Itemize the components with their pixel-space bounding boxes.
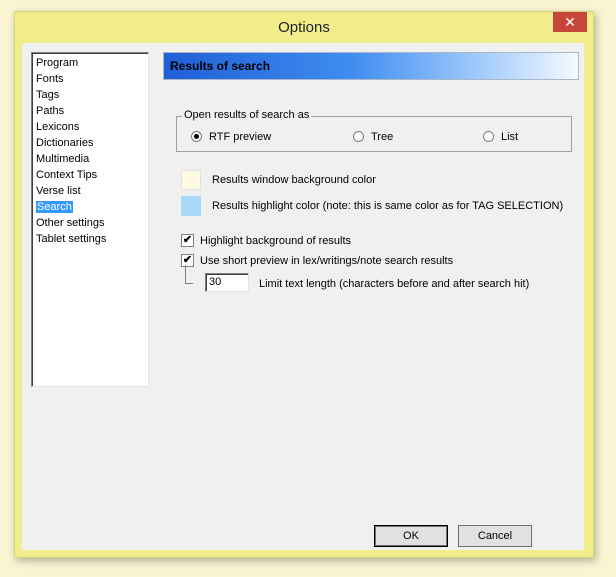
highlight-background-checkbox-row[interactable]: ✔ Highlight background of results	[181, 234, 351, 247]
close-button[interactable]: ✕	[553, 12, 587, 32]
radio-rtf-preview[interactable]: RTF preview	[191, 130, 271, 143]
highlight-background-label: Highlight background of results	[200, 234, 352, 247]
ok-button[interactable]: OK	[374, 525, 448, 547]
category-item-search[interactable]: Search	[35, 199, 148, 215]
category-list[interactable]: Program Fonts Tags Paths Lexicons Dictio…	[31, 52, 149, 387]
open-results-group: Open results of search as RTF preview Tr…	[176, 109, 572, 152]
limit-length-input[interactable]: 30	[205, 273, 249, 292]
category-item-context-tips[interactable]: Context Tips	[35, 167, 148, 183]
options-dialog: Options ✕ Program Fonts Tags Paths Lexic…	[14, 11, 594, 558]
category-item-tablet-settings[interactable]: Tablet settings	[35, 231, 148, 247]
background-color-row[interactable]: Results window background color	[181, 170, 376, 190]
radio-tree[interactable]: Tree	[353, 130, 393, 143]
close-icon: ✕	[564, 14, 576, 30]
radio-indicator[interactable]	[483, 131, 494, 142]
limit-length-label: Limit text length (characters before and…	[259, 278, 530, 290]
category-item-fonts[interactable]: Fonts	[35, 71, 148, 87]
category-item-verse-list[interactable]: Verse list	[35, 183, 148, 199]
category-item-tags[interactable]: Tags	[35, 87, 148, 103]
category-item-paths[interactable]: Paths	[35, 103, 148, 119]
tree-connector-line	[185, 265, 193, 284]
category-item-program[interactable]: Program	[35, 55, 148, 71]
cancel-button[interactable]: Cancel	[458, 525, 532, 547]
highlight-color-swatch[interactable]	[181, 196, 201, 216]
open-results-legend: Open results of search as	[182, 109, 312, 121]
highlight-color-label: Results highlight color (note: this is s…	[212, 200, 564, 212]
highlight-color-row[interactable]: Results highlight color (note: this is s…	[181, 196, 563, 216]
radio-label: Tree	[371, 130, 394, 143]
radio-indicator[interactable]	[191, 131, 202, 142]
section-header: Results of search	[163, 52, 579, 80]
short-preview-label: Use short preview in lex/writings/note s…	[200, 254, 454, 267]
dialog-client-area: Program Fonts Tags Paths Lexicons Dictio…	[22, 43, 584, 550]
category-item-dictionaries[interactable]: Dictionaries	[35, 135, 148, 151]
background-color-swatch[interactable]	[181, 170, 201, 190]
window-title: Options	[278, 19, 330, 36]
highlight-background-checkbox[interactable]: ✔	[181, 234, 194, 247]
radio-label: RTF preview	[209, 130, 272, 143]
title-bar[interactable]: Options ✕	[15, 12, 593, 43]
background-color-label: Results window background color	[212, 174, 376, 186]
radio-indicator[interactable]	[353, 131, 364, 142]
radio-list[interactable]: List	[483, 130, 518, 143]
section-title: Results of search	[170, 59, 271, 73]
category-item-lexicons[interactable]: Lexicons	[35, 119, 148, 135]
category-item-multimedia[interactable]: Multimedia	[35, 151, 148, 167]
short-preview-checkbox-row[interactable]: ✔ Use short preview in lex/writings/note…	[181, 254, 453, 267]
radio-label: List	[501, 130, 519, 143]
category-item-other-settings[interactable]: Other settings	[35, 215, 148, 231]
